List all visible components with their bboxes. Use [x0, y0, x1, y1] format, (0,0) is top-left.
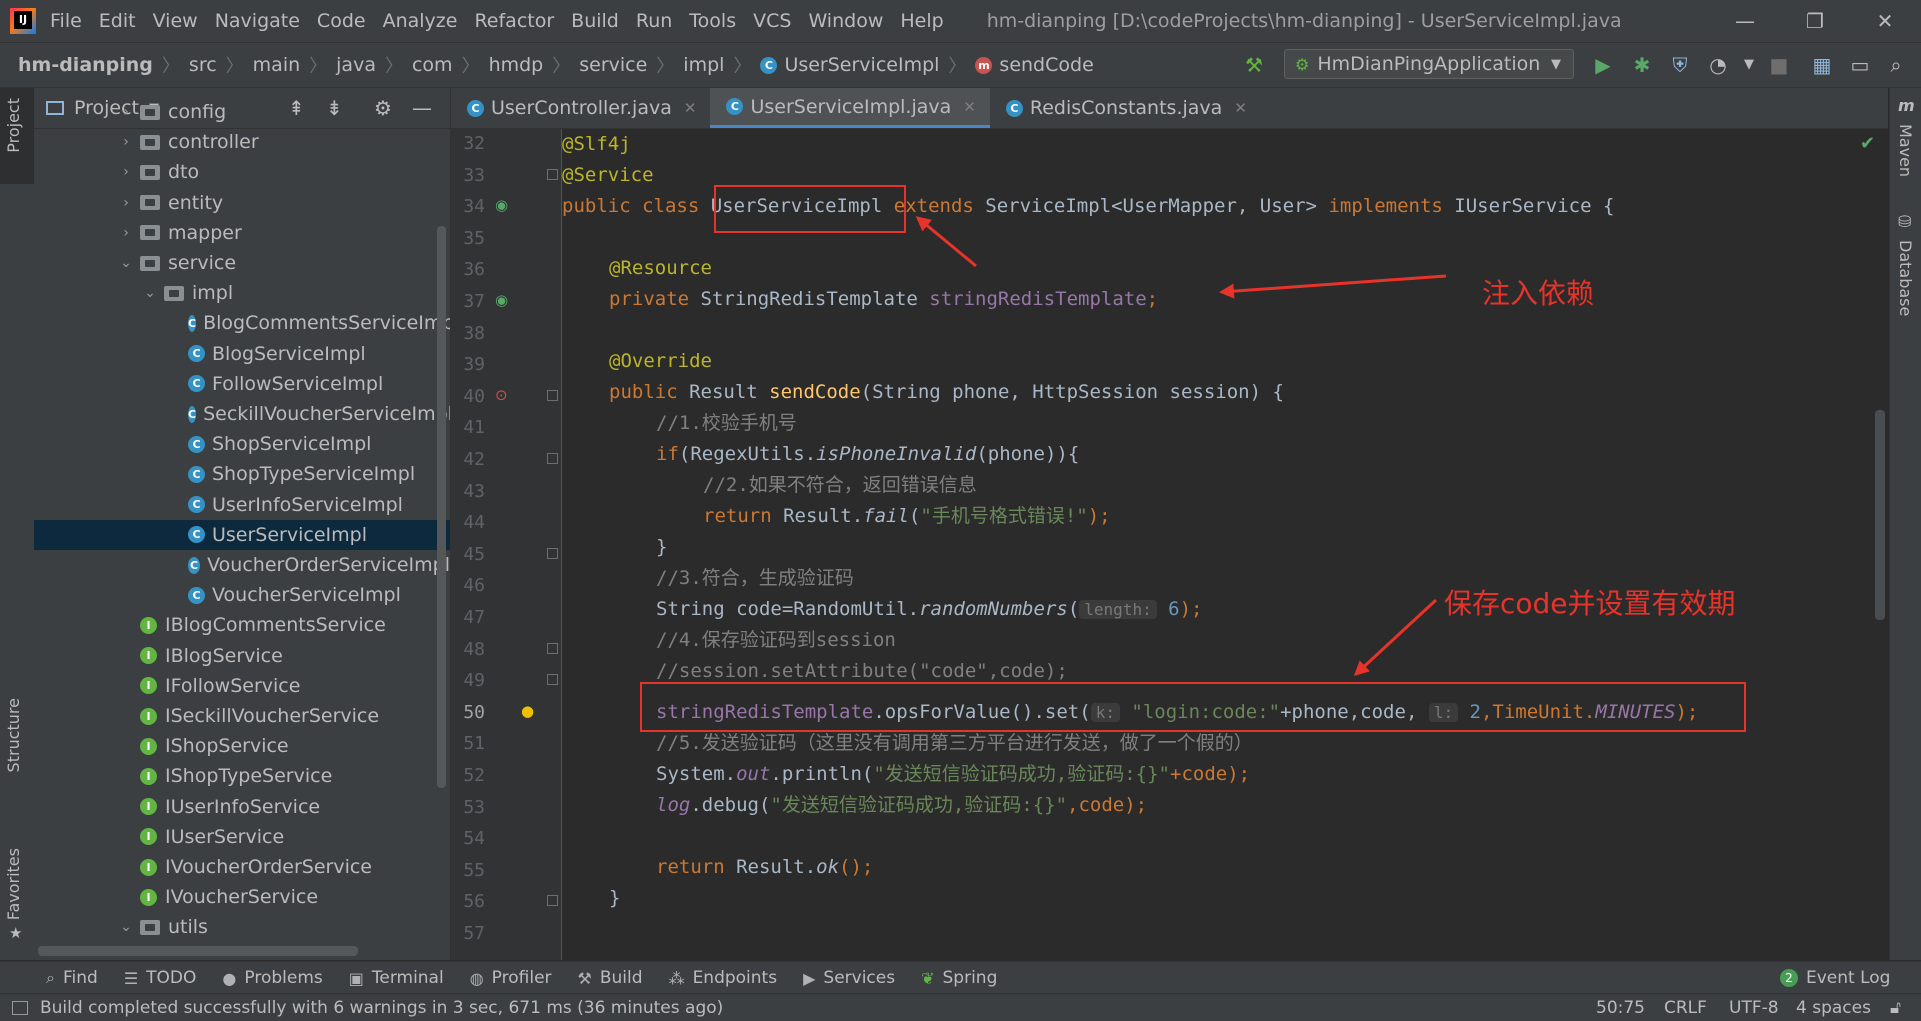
build-tool[interactable]: ⚒ Build — [578, 968, 643, 988]
problems-tool-label: Problems — [244, 968, 323, 988]
endpoints-tool-label: Endpoints — [692, 968, 778, 988]
status-message[interactable]: Build completed successfully with 6 warn… — [40, 998, 723, 1018]
list-icon: ☰ — [123, 968, 139, 988]
services-tool-label: Services — [823, 968, 896, 988]
profiler-icon: ◍ — [469, 968, 484, 988]
arrow-to-redis-set-line — [1353, 598, 1438, 677]
event-log-label: Event Log — [1806, 968, 1891, 988]
status-bar: Build completed successfully with 6 warn… — [0, 993, 1921, 1021]
find-tool[interactable]: ⌕ Find — [46, 968, 98, 988]
toggle-tool-windows-icon[interactable] — [12, 1000, 28, 1015]
profiler-tool[interactable]: ◍ Profiler — [470, 968, 552, 988]
problems-tool[interactable]: ● Problems — [222, 968, 322, 988]
hammer-icon: ⚒ — [577, 968, 592, 988]
build-tool-label: Build — [599, 968, 643, 988]
maven-tool-tab[interactable]: Maven — [1896, 124, 1915, 177]
maven-icon: m — [1898, 96, 1915, 115]
endpoints-tool[interactable]: ⁂ Endpoints — [669, 968, 778, 988]
annotation-inject-dependency: 注入依赖 — [1482, 277, 1595, 310]
event-log-tool[interactable]: 2 Event Log — [1780, 968, 1890, 988]
database-tool-tab[interactable]: Database — [1896, 240, 1915, 316]
search-icon: ⌕ — [46, 968, 55, 987]
right-tool-strip: m Maven ⛁ Database — [1889, 88, 1921, 960]
database-icon: ⛁ — [1898, 212, 1912, 231]
todo-tool-label: TODO — [146, 968, 197, 988]
terminal-tool-label: Terminal — [371, 968, 444, 988]
bottom-tool-bar: ⌕ Find ☰ TODO ● Problems ▣ Terminal ◍ Profile… — [0, 961, 1921, 994]
services-tool[interactable]: ▶ Services — [803, 968, 895, 988]
spring-tool-label: Spring — [942, 968, 998, 988]
file-encoding[interactable]: UTF-8 — [1729, 998, 1779, 1018]
arrow-to-resource-field — [1219, 274, 1447, 299]
caret-position[interactable]: 50:75 — [1596, 998, 1645, 1018]
info-icon: ● — [222, 968, 237, 988]
endpoints-icon: ⁂ — [668, 968, 685, 988]
line-separator[interactable]: CRLF — [1664, 998, 1707, 1018]
annotation-arrows — [915, 216, 1447, 677]
arrow-to-class-name — [915, 216, 977, 268]
spring-leaf-icon: ❦ — [921, 968, 935, 988]
profiler-tool-label: Profiler — [491, 968, 552, 988]
todo-tool[interactable]: ☰ TODO — [124, 968, 197, 988]
indent-setting[interactable]: 4 spaces — [1796, 998, 1871, 1018]
terminal-icon: ▣ — [348, 968, 364, 988]
annotation-save-code-expiry: 保存code并设置有效期 — [1444, 587, 1736, 620]
terminal-tool[interactable]: ▣ Terminal — [349, 968, 444, 988]
spring-tool[interactable]: ❦ Spring — [921, 968, 997, 988]
services-icon: ▶ — [803, 968, 816, 988]
lock-icon[interactable]: 🔓︎ — [1890, 998, 1901, 1018]
event-log-count-badge: 2 — [1780, 969, 1798, 987]
find-tool-label: Find — [62, 968, 98, 988]
